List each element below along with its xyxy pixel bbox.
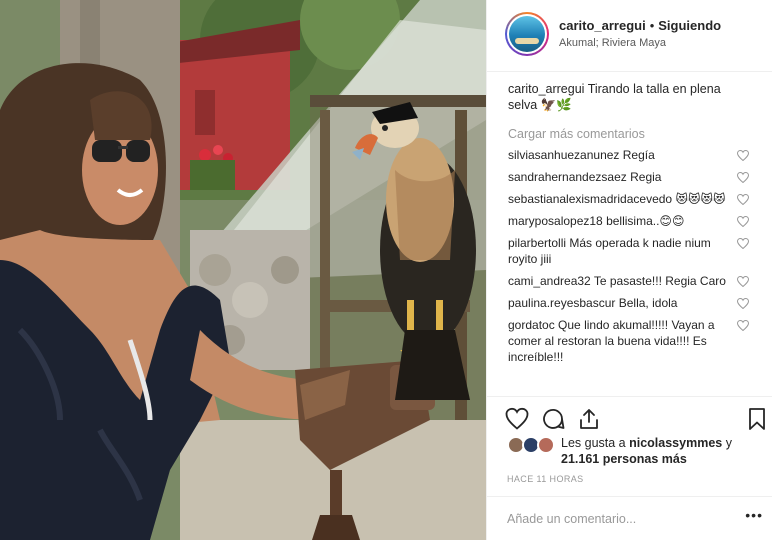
likes-text: Les gusta a nicolassymmes y 21.161 perso… [561, 435, 732, 467]
likes-summary[interactable]: Les gusta a nicolassymmes y 21.161 perso… [507, 434, 767, 468]
comment-item: silviasanhuezanunez Regía [508, 147, 757, 163]
comment-text: bellisima..😊😊 [606, 214, 685, 228]
post-photo[interactable] [0, 0, 486, 540]
likes-prefix: Les gusta a [561, 436, 630, 450]
comment-username[interactable]: cami_andrea32 [508, 274, 591, 288]
more-options-icon[interactable]: ••• [745, 507, 763, 523]
action-bar [487, 396, 772, 436]
photo-illustration [0, 0, 486, 540]
comment-username[interactable]: sebastianalexismadridacevedo [508, 192, 672, 206]
add-comment-bar: ••• [487, 496, 772, 540]
comment-item: maryposalopez18 bellisima..😊😊 [508, 213, 757, 229]
comment-item: sandrahernandezsaez Regia [508, 169, 757, 185]
bookmark-icon[interactable] [745, 407, 769, 431]
avatar[interactable] [507, 14, 547, 54]
comment-like-heart-icon[interactable] [737, 320, 749, 331]
comment-input[interactable] [507, 509, 727, 529]
comment-like-heart-icon[interactable] [737, 216, 749, 227]
header-line: carito_arregui • Siguiendo [559, 18, 721, 33]
comment-username[interactable]: gordatoc [508, 318, 555, 332]
comment-username[interactable]: silviasanhuezanunez [508, 148, 619, 162]
comments-scrollbar[interactable] [766, 72, 772, 396]
comment-username[interactable]: pilarbertolli [508, 236, 566, 250]
comment-username[interactable]: sandrahernandezsaez [508, 170, 627, 184]
comment-like-heart-icon[interactable] [737, 238, 749, 249]
comment-item: cami_andrea32 Te pasaste!!! Regia Caro [508, 273, 757, 289]
comment-item: paulina.reyesbascur Bella, idola [508, 295, 757, 311]
comment-item: sebastianalexismadridacevedo 😻😻😻😻 [508, 191, 757, 207]
comment-like-heart-icon[interactable] [737, 276, 749, 287]
comment-username[interactable]: paulina.reyesbascur [508, 296, 615, 310]
comment-item: pilarbertolli Más operada k nadie nium r… [508, 235, 757, 267]
comment-text: Regía [622, 148, 655, 162]
comment-text: Regia [630, 170, 662, 184]
comment-item: gordatoc Que lindo akumal!!!!! Vayan a c… [508, 317, 757, 365]
comment-text: Te pasaste!!! Regia Caro [593, 274, 726, 288]
comment-icon[interactable] [541, 407, 565, 431]
post-sidebar: carito_arregui • Siguiendo Akumal; Riviera… [486, 0, 772, 540]
comment-like-heart-icon[interactable] [737, 150, 749, 161]
liker-avatar[interactable] [537, 436, 555, 454]
instagram-post-modal: carito_arregui • Siguiendo Akumal; Riviera… [0, 0, 772, 540]
comment-username[interactable]: maryposalopez18 [508, 214, 603, 228]
header-username[interactable]: carito_arregui [559, 18, 646, 33]
comment-like-heart-icon[interactable] [737, 194, 749, 205]
comment-text: Bella, idola [618, 296, 678, 310]
caption: carito_arregui Tirando la talla en plena… [508, 81, 757, 113]
share-icon[interactable] [577, 407, 601, 431]
comment-like-heart-icon[interactable] [737, 172, 749, 183]
story-ring[interactable] [505, 12, 549, 56]
likes-count[interactable]: 21.161 personas más [561, 452, 687, 466]
following-button[interactable]: Siguiendo [658, 18, 721, 33]
comments-list[interactable]: carito_arregui Tirando la talla en plena… [487, 72, 772, 396]
post-header: carito_arregui • Siguiendo Akumal; Riviera… [487, 0, 772, 72]
comment-like-heart-icon[interactable] [737, 298, 749, 309]
beach-avatar-icon [509, 16, 545, 52]
heart-icon[interactable] [505, 407, 529, 431]
likes-joiner: y [722, 436, 732, 450]
comment-text: 😻😻😻😻 [675, 192, 726, 206]
caption-username[interactable]: carito_arregui [508, 82, 584, 96]
likes-user[interactable]: nicolassymmes [629, 436, 722, 450]
location-link[interactable]: Akumal; Riviera Maya [559, 37, 666, 49]
load-more-comments-button[interactable]: Cargar más comentarios [508, 127, 757, 141]
header-separator: • [649, 18, 655, 33]
post-timestamp[interactable]: HACE 11 HORAS [507, 474, 584, 484]
